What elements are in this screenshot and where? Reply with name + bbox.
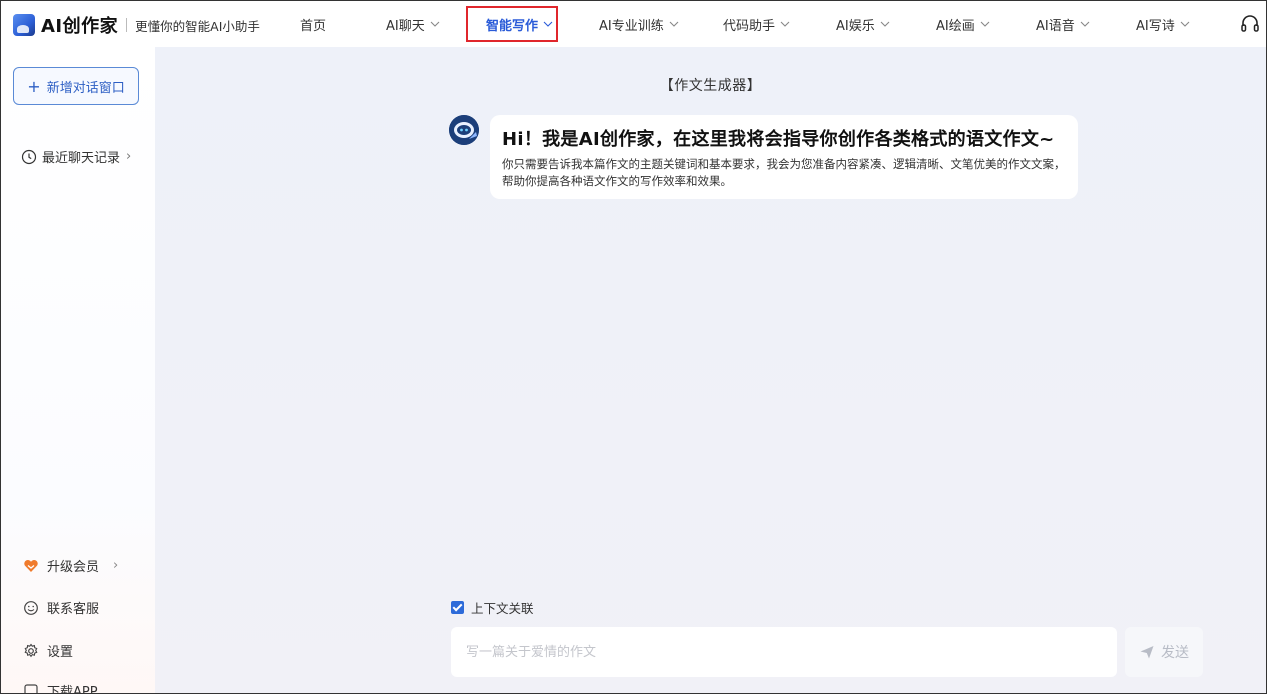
nav-label: 首页: [300, 18, 327, 34]
sidebar: + 新增对话窗口 最近聊天记录 › 升级会员 › 联系客服 设置 下载APP: [1, 47, 155, 694]
main-content: 【作文生成器】 Hi！我是AI创作家，在这里我将会指导你创作各类格式的语文作文~…: [155, 47, 1266, 693]
vip-heart-icon: [24, 559, 38, 572]
upgrade-vip-link[interactable]: 升级会员 ›: [23, 556, 118, 575]
brand-logo[interactable]: AI创作家 更懂你的智能AI小助手: [13, 12, 260, 38]
nav-ai-chat[interactable]: AI聊天: [386, 1, 441, 47]
brand-logo-icon: [13, 14, 35, 36]
new-chat-label: 新增对话窗口: [46, 80, 125, 96]
assistant-greeting-bubble: Hi！我是AI创作家，在这里我将会指导你创作各类格式的语文作文~ 你只需要告诉我…: [490, 115, 1078, 199]
send-label: 发送: [1161, 645, 1189, 661]
robot-avatar-icon: [449, 115, 479, 145]
nav-label: AI绘画: [936, 18, 975, 34]
chevron-down-icon: [980, 21, 990, 27]
context-toggle[interactable]: 上下文关联: [451, 598, 534, 617]
contact-support-link[interactable]: 联系客服: [23, 598, 99, 617]
recent-chats-label: 最近聊天记录: [42, 151, 121, 166]
brand-slogan: 更懂你的智能AI小助手: [135, 18, 260, 34]
download-app-link[interactable]: 下载APP: [23, 681, 98, 694]
nav-ai-painting[interactable]: AI绘画: [936, 1, 991, 47]
nav-ai-voice[interactable]: AI语音: [1036, 1, 1091, 47]
nav-label: AI语音: [1036, 18, 1075, 34]
settings-label: 设置: [47, 645, 74, 660]
upgrade-vip-label: 升级会员: [47, 560, 100, 575]
tool-title: 【作文生成器】: [659, 78, 762, 94]
assistant-avatar: [449, 115, 479, 145]
clock-icon: [21, 149, 37, 164]
logo-divider: [126, 18, 128, 32]
nav-ai-poetry[interactable]: AI写诗: [1136, 1, 1191, 47]
chevron-down-icon: [669, 21, 679, 27]
prompt-input[interactable]: [451, 627, 1117, 677]
download-app-label: 下载APP: [47, 685, 98, 694]
chevron-down-icon: [880, 21, 890, 27]
brand-name: AI创作家: [41, 16, 119, 37]
chevron-down-icon: [1080, 21, 1090, 27]
nav-label: AI娱乐: [836, 18, 875, 34]
nav-ai-pro-training[interactable]: AI专业训练: [599, 1, 680, 47]
nav-highlight-box: [466, 6, 558, 42]
greeting-title: Hi！我是AI创作家，在这里我将会指导你创作各类格式的语文作文~: [502, 129, 1055, 150]
send-icon: [1140, 646, 1154, 659]
nav-code-assistant[interactable]: 代码助手: [723, 1, 791, 47]
nav-home[interactable]: 首页: [300, 1, 326, 47]
top-navigation: AI创作家 更懂你的智能AI小助手 首页 AI聊天 智能写作 AI专业训练 代码…: [1, 1, 1266, 47]
context-label: 上下文关联: [471, 601, 534, 616]
settings-link[interactable]: 设置: [23, 641, 73, 660]
chevron-right-icon: ›: [113, 558, 119, 573]
gear-icon: [24, 643, 38, 657]
context-checkbox[interactable]: [451, 601, 464, 614]
plus-icon: +: [27, 76, 41, 96]
chevron-down-icon: [780, 21, 790, 27]
contact-support-label: 联系客服: [47, 602, 100, 617]
send-button[interactable]: 发送: [1125, 627, 1203, 677]
greeting-body: 你只需要告诉我本篇作文的主题关键词和基本要求，我会为您准备内容紧凑、逻辑清晰、文…: [502, 157, 1066, 188]
chevron-down-icon: [430, 21, 440, 27]
download-icon: [24, 683, 38, 693]
smile-icon: [24, 600, 38, 615]
nav-label: 代码助手: [723, 18, 776, 34]
recent-chats-link[interactable]: 最近聊天记录 ›: [21, 147, 131, 166]
nav-label: AI聊天: [386, 18, 425, 34]
chevron-down-icon: [1180, 21, 1190, 27]
headset-icon[interactable]: [1240, 14, 1260, 34]
nav-label: AI专业训练: [599, 18, 664, 34]
nav-ai-entertainment[interactable]: AI娱乐: [836, 1, 891, 47]
app-window: AI创作家 更懂你的智能AI小助手 首页 AI聊天 智能写作 AI专业训练 代码…: [0, 0, 1267, 694]
chevron-right-icon: ›: [126, 149, 132, 164]
new-chat-button[interactable]: + 新增对话窗口: [13, 67, 139, 105]
nav-label: AI写诗: [1136, 18, 1175, 34]
